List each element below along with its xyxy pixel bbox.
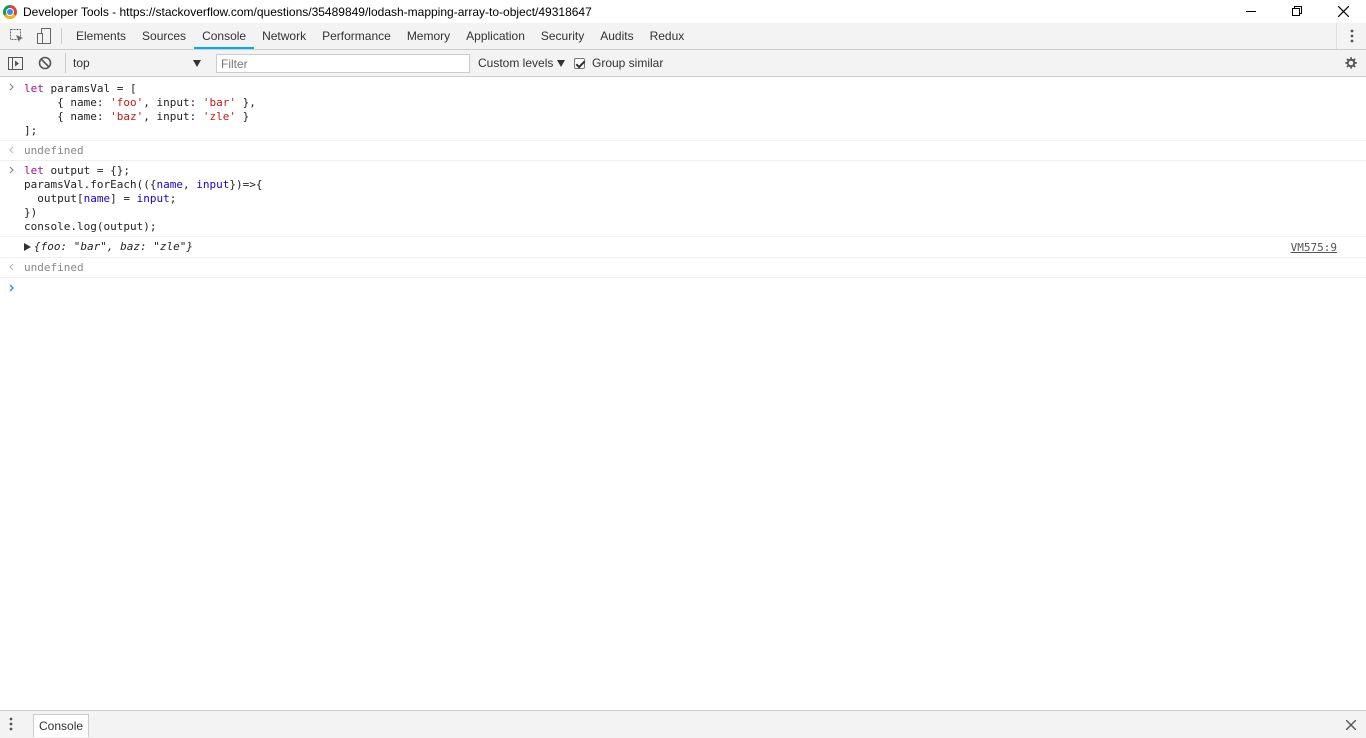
console-result-message: undefined — [0, 258, 1366, 278]
window-title: Developer Tools - https://stackoverflow.… — [23, 4, 592, 19]
minimize-button[interactable] — [1228, 0, 1274, 23]
clear-console-button[interactable] — [30, 50, 59, 76]
result-arrow-icon — [9, 263, 14, 271]
console-settings-button[interactable] — [1343, 55, 1359, 74]
code-line: { name: 'baz', input: 'zle' } — [24, 110, 250, 123]
dropdown-arrow-icon — [557, 59, 566, 67]
restore-button[interactable] — [1274, 0, 1320, 23]
input-prompt-icon — [9, 166, 14, 174]
result-value: undefined — [24, 261, 84, 274]
tab-memory[interactable]: Memory — [399, 23, 458, 49]
code-line: }) — [24, 206, 38, 219]
close-drawer-button[interactable] — [1345, 719, 1357, 733]
restore-icon — [1291, 6, 1302, 16]
inspect-icon — [9, 29, 23, 42]
close-window-button[interactable] — [1320, 0, 1366, 23]
toolbar-divider — [61, 28, 62, 44]
tab-application[interactable]: Application — [458, 23, 533, 49]
log-levels-label: Custom levels — [478, 56, 554, 70]
code-line: output[name] = input; — [24, 192, 177, 205]
console-input-message: let paramsVal = [ { name: 'foo', input: … — [0, 78, 1366, 141]
drawer-tab-console[interactable]: Console — [33, 714, 90, 737]
customize-devtools-button[interactable] — [1336, 23, 1366, 49]
group-similar-toggle[interactable]: Group similar — [574, 56, 663, 70]
tab-redux[interactable]: Redux — [642, 23, 693, 49]
tab-elements[interactable]: Elements — [68, 23, 134, 49]
tab-security[interactable]: Security — [533, 23, 592, 49]
group-similar-label: Group similar — [592, 56, 664, 70]
kebab-menu-icon — [1350, 29, 1353, 43]
console-prompt[interactable] — [0, 278, 1366, 298]
code-line: ]; — [24, 124, 38, 137]
code-line: console.log(output); — [24, 220, 157, 233]
tab-audits[interactable]: Audits — [592, 23, 641, 49]
console-messages[interactable]: let paramsVal = [ { name: 'foo', input: … — [0, 78, 1366, 710]
kebab-menu-icon — [9, 717, 13, 731]
code-line: { name: 'foo', input: 'bar' }, — [24, 96, 256, 109]
prompt-chevron-icon — [9, 284, 14, 292]
input-prompt-icon — [9, 83, 14, 91]
window-controls — [1228, 0, 1366, 23]
devtools-tab-bar: Elements Sources Console Network Perform… — [0, 23, 1366, 50]
context-selector[interactable]: top — [65, 53, 205, 73]
show-sidebar-button[interactable] — [1, 50, 30, 76]
close-icon — [1345, 719, 1357, 731]
result-arrow-icon — [9, 146, 14, 154]
dropdown-arrow-icon — [193, 60, 201, 67]
log-source-link[interactable]: VM575:9 — [1291, 241, 1337, 254]
console-toolbar: top Custom levels Group similar — [0, 50, 1366, 77]
close-icon — [1337, 6, 1349, 17]
log-levels-dropdown[interactable]: Custom levels — [478, 56, 566, 70]
log-object-preview: {foo: "bar", baz: "zle"} — [34, 240, 193, 253]
tab-console[interactable]: Console — [194, 23, 255, 49]
drawer-menu-button[interactable] — [9, 717, 13, 734]
minimize-icon — [1245, 11, 1256, 12]
device-toolbar-button[interactable] — [30, 23, 57, 49]
console-log-message: {foo: "bar", baz: "zle"} VM575:9 — [0, 237, 1366, 258]
tab-performance[interactable]: Performance — [314, 23, 399, 49]
code-line: let output = {}; — [24, 164, 130, 177]
filter-input[interactable] — [216, 54, 470, 73]
chrome-logo-icon — [3, 4, 17, 19]
log-object[interactable]: {foo: "bar", baz: "zle"} — [24, 240, 1366, 254]
expand-triangle-icon[interactable] — [24, 243, 31, 251]
device-mode-icon — [36, 28, 51, 44]
console-input-message: let output = {}; paramsVal.forEach(({nam… — [0, 161, 1366, 237]
sidebar-toggle-icon — [8, 56, 23, 70]
tab-sources[interactable]: Sources — [134, 23, 194, 49]
group-similar-checkbox[interactable] — [574, 57, 585, 69]
code-line: paramsVal.forEach(({name, input})=>{ — [24, 178, 263, 191]
title-bar: Developer Tools - https://stackoverflow.… — [0, 0, 1366, 23]
gear-icon — [1345, 57, 1357, 69]
inspect-element-button[interactable] — [3, 23, 30, 49]
console-result-message: undefined — [0, 141, 1366, 161]
clear-icon — [38, 56, 51, 70]
result-value: undefined — [24, 144, 84, 157]
drawer-bar: Console — [0, 710, 1366, 738]
tab-network[interactable]: Network — [254, 23, 314, 49]
code-line: let paramsVal = [ — [24, 82, 137, 95]
context-value: top — [73, 56, 90, 70]
